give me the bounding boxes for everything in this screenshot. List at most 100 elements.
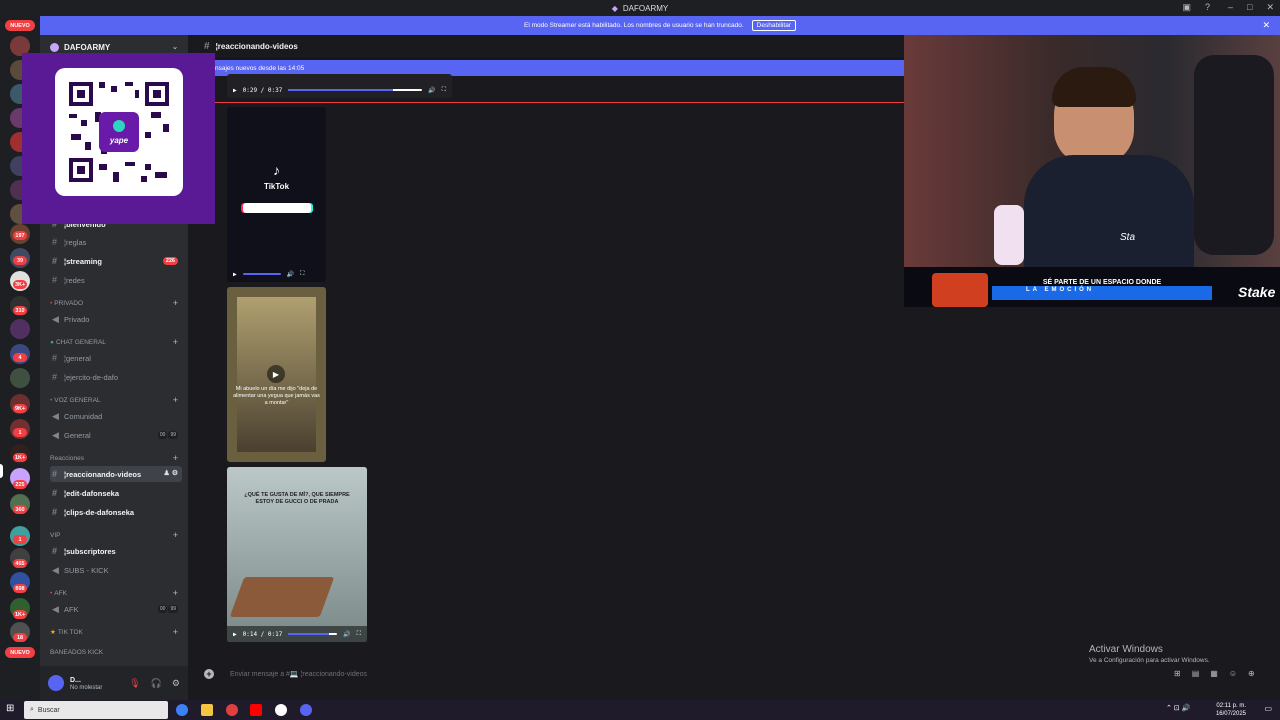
add-channel-icon[interactable]: + bbox=[173, 530, 178, 540]
mention-badge: 1 bbox=[13, 428, 27, 437]
disable-streamer-button[interactable]: Deshabilitar bbox=[751, 20, 796, 31]
maximize-button[interactable]: □ bbox=[1247, 2, 1252, 13]
channel-subscriptores[interactable]: # ¦subscriptores bbox=[50, 543, 182, 559]
speaker-icon: ◀ bbox=[52, 564, 59, 575]
unread-count-badge: 226 bbox=[162, 257, 178, 265]
dot-icon: • bbox=[50, 299, 53, 307]
volume-slider[interactable] bbox=[242, 273, 281, 275]
channel-comunidad[interactable]: ◀ Comunidad bbox=[50, 408, 182, 424]
gear-icon[interactable]: ⚙ bbox=[172, 678, 180, 689]
minimize-button[interactable]: – bbox=[1228, 2, 1233, 13]
category-baneados-kick[interactable]: BANEADOS KICK bbox=[50, 646, 180, 658]
gif-icon[interactable]: ▤ bbox=[1192, 669, 1200, 678]
category-reacciones[interactable]: Reacciones + bbox=[50, 452, 180, 464]
gift-icon[interactable]: ⊞ bbox=[1174, 669, 1181, 678]
channel-general-voice[interactable]: ◀ General 00 99 bbox=[50, 427, 182, 443]
message-input[interactable]: Enviar mensaje a #💻 ¦reaccionando-videos bbox=[230, 670, 367, 678]
speaker-icon: ◀ bbox=[52, 410, 59, 421]
channel-subs-kick[interactable]: ◀ SUBS - KICK bbox=[50, 562, 182, 578]
start-icon[interactable]: ⊞ bbox=[6, 703, 14, 714]
channel-streaming[interactable]: # ¦streaming 226 bbox=[50, 253, 182, 269]
message-composer[interactable]: + Enviar mensaje a #💻 ¦reaccionando-vide… bbox=[192, 663, 900, 685]
channel-ejercito[interactable]: # ¦ejercito-de-dafo bbox=[50, 369, 182, 385]
youtube-icon[interactable] bbox=[250, 704, 262, 716]
channel-afk[interactable]: ◀ AFK 00 99 bbox=[50, 601, 182, 617]
category-afk[interactable]: • AFK + bbox=[50, 587, 180, 599]
play-icon[interactable]: ▶ bbox=[233, 271, 237, 278]
inbox-icon[interactable]: ▣ bbox=[1182, 2, 1191, 13]
channel-clips-de-dafonseka[interactable]: # ¦clips-de-dafonseka bbox=[50, 504, 182, 520]
category-tiktok[interactable]: ★ TIK TOK + bbox=[50, 626, 180, 638]
volume-icon[interactable]: 🔊 bbox=[287, 271, 294, 278]
hash-icon: # bbox=[52, 353, 58, 363]
mute-mic-icon[interactable]: 🎙 bbox=[129, 678, 140, 689]
category-privado[interactable]: • PRIVADO + bbox=[50, 297, 180, 309]
channel-edit-dafonseka[interactable]: # ¦edit-dafonseka bbox=[50, 485, 182, 501]
category-chat-general[interactable]: ● CHAT GENERAL + bbox=[50, 336, 180, 348]
play-icon[interactable]: ▶ bbox=[233, 87, 237, 94]
taskbar-clock[interactable]: 02:11 p. m. 16/07/2025 bbox=[1216, 702, 1246, 718]
channel-settings-icon[interactable]: ♟ ⚙ bbox=[164, 469, 179, 477]
sticker-icon[interactable]: ▦ bbox=[1210, 669, 1218, 678]
apps-icon[interactable]: ⊕ bbox=[1248, 669, 1255, 678]
server-icon[interactable] bbox=[10, 368, 30, 388]
folder-icon[interactable] bbox=[201, 704, 213, 716]
category-voz-general[interactable]: • VOZ GENERAL + bbox=[50, 394, 180, 406]
video-player[interactable]: ▶ Mi abuelo un día me dijo "deja de alim… bbox=[227, 287, 326, 462]
deafen-icon[interactable]: 🎧 bbox=[151, 678, 162, 689]
emoji-icon[interactable]: ☺ bbox=[1229, 669, 1237, 678]
video-time: 0:29 / 0:37 bbox=[242, 86, 283, 94]
help-icon[interactable]: ? bbox=[1205, 2, 1210, 13]
guild-name: DAFOARMY bbox=[64, 42, 111, 52]
play-icon[interactable]: ▶ bbox=[233, 631, 237, 638]
channel-redes[interactable]: # ¦redes bbox=[50, 272, 182, 288]
video-player[interactable]: ¿QUÉ TE GUSTA DE MÍ?, QUE SIEMPRE ESTOY … bbox=[227, 467, 367, 642]
video-player[interactable]: ♪ TikTok ▶ 🔊 ⛶ bbox=[227, 107, 326, 282]
hash-icon: # bbox=[52, 507, 58, 517]
play-icon[interactable]: ▶ bbox=[267, 365, 285, 383]
fullscreen-icon[interactable]: ⛶ bbox=[357, 630, 361, 638]
video-progress[interactable] bbox=[288, 89, 423, 91]
activate-subtitle: Ve a Configuración para activar Windows. bbox=[1089, 657, 1210, 664]
obs-icon[interactable] bbox=[275, 704, 287, 716]
fullscreen-icon[interactable]: ⛶ bbox=[300, 270, 304, 278]
video-player[interactable]: ▶ 0:29 / 0:37 🔊 ⛶ bbox=[227, 74, 452, 98]
chevron-down-icon: ⌄ bbox=[172, 44, 178, 51]
category-vip[interactable]: VIP + bbox=[50, 529, 180, 541]
edge-icon[interactable] bbox=[176, 704, 188, 716]
add-channel-icon[interactable]: + bbox=[173, 298, 178, 308]
volume-icon[interactable]: 🔊 bbox=[428, 87, 435, 94]
dot-icon: ● bbox=[50, 338, 54, 346]
add-channel-icon[interactable]: + bbox=[173, 588, 178, 598]
clock-date: 16/07/2025 bbox=[1215, 711, 1246, 717]
mention-badge: 465 bbox=[13, 559, 27, 568]
mention-badge: 360 bbox=[13, 505, 27, 514]
channel-label: Comunidad bbox=[64, 411, 103, 421]
taskbar-search[interactable]: ⌕ Buscar bbox=[24, 701, 168, 719]
video-controls: ▶ 0:29 / 0:37 🔊 ⛶ bbox=[227, 82, 452, 98]
activate-title: Activar Windows bbox=[1089, 644, 1163, 655]
category-label: PRIVADO bbox=[54, 299, 84, 307]
chrome-icon[interactable] bbox=[226, 704, 238, 716]
video-progress[interactable] bbox=[288, 633, 338, 635]
server-icon[interactable] bbox=[10, 319, 30, 339]
add-channel-icon[interactable]: + bbox=[173, 395, 178, 405]
hash-icon: # bbox=[52, 256, 58, 266]
channel-privado[interactable]: ◀ Privado bbox=[50, 311, 182, 327]
close-button[interactable]: ✕ bbox=[1266, 2, 1274, 13]
fullscreen-icon[interactable]: ⛶ bbox=[442, 86, 446, 94]
video-caption: ¿QUÉ TE GUSTA DE MÍ?, QUE SIEMPRE ESTOY … bbox=[244, 492, 350, 505]
system-tray-icons[interactable]: ⌃ ⊡ 🔊 bbox=[1166, 704, 1190, 712]
add-channel-icon[interactable]: + bbox=[173, 627, 178, 637]
notification-icon[interactable]: ▭ bbox=[1264, 704, 1272, 713]
avatar[interactable] bbox=[48, 675, 64, 691]
add-attachment-icon[interactable]: + bbox=[204, 669, 214, 679]
volume-icon[interactable]: 🔊 bbox=[343, 631, 350, 638]
add-channel-icon[interactable]: + bbox=[173, 337, 178, 347]
channel-reaccionando-videos[interactable]: # ¦reaccionando-videos ♟ ⚙ bbox=[50, 466, 182, 482]
channel-general-text[interactable]: # ¦general bbox=[50, 350, 182, 366]
channel-reglas[interactable]: # ¦reglas bbox=[50, 234, 182, 250]
close-icon[interactable]: ✕ bbox=[1262, 20, 1270, 31]
add-channel-icon[interactable]: + bbox=[173, 453, 178, 463]
discord-icon[interactable] bbox=[300, 704, 312, 716]
